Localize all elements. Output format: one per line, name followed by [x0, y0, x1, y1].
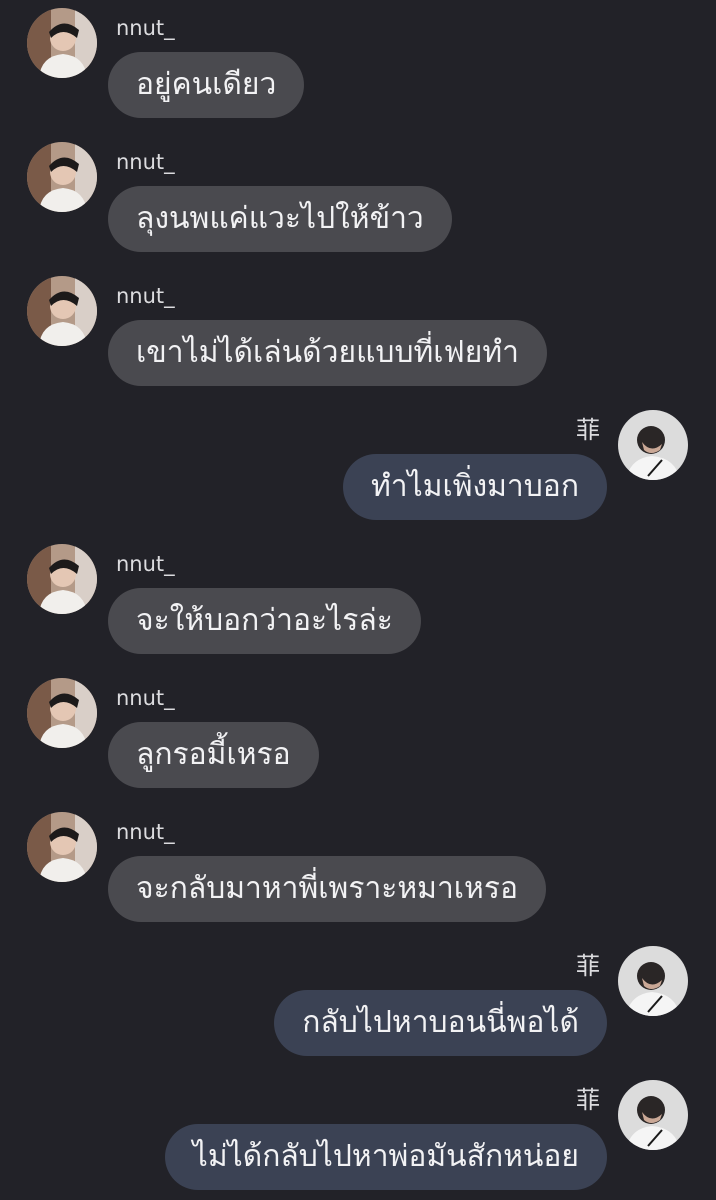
sender-name: nnut_	[116, 552, 175, 576]
chat-thread[interactable]: nnut_ อยู่คนเดียว nnut_ ลุงนพแค่แวะไปให้…	[0, 0, 716, 1200]
message-row: nnut_ จะกลับมาหาพี่เพราะหมาเหรอ	[0, 804, 716, 924]
sender-name: 菲	[576, 952, 600, 980]
sender-name: 菲	[576, 1086, 600, 1114]
message-row: nnut_ ลุงนพแค่แวะไปให้ข้าว	[0, 134, 716, 254]
sender-name: 菲	[576, 416, 600, 444]
message-row: 菲 กลับไปหาบอนนี่พอได้	[0, 938, 716, 1058]
avatar-image	[27, 544, 97, 614]
sender-name: nnut_	[116, 150, 175, 174]
message-row: nnut_ จะให้บอกว่าอะไรล่ะ	[0, 536, 716, 656]
avatar[interactable]	[27, 8, 97, 78]
avatar[interactable]	[27, 812, 97, 882]
avatar-image	[27, 276, 97, 346]
avatar-image	[27, 8, 97, 78]
sender-name: nnut_	[116, 686, 175, 710]
avatar-image	[618, 410, 688, 480]
message-bubble-incoming[interactable]: ลุงนพแค่แวะไปให้ข้าว	[108, 186, 452, 252]
message-row: nnut_ อยู่คนเดียว	[0, 0, 716, 120]
avatar[interactable]	[27, 678, 97, 748]
message-bubble-outgoing[interactable]: ทำไมเพิ่งมาบอก	[342, 454, 607, 520]
message-row: 菲 ทำไมเพิ่งมาบอก	[0, 402, 716, 522]
message-bubble-incoming[interactable]: เขาไม่ได้เล่นด้วยแบบที่เฟยทำ	[108, 320, 547, 386]
sender-name: nnut_	[116, 284, 175, 308]
avatar-image	[27, 678, 97, 748]
message-bubble-incoming[interactable]: อยู่คนเดียว	[108, 52, 305, 118]
message-bubble-incoming[interactable]: จะกลับมาหาพี่เพราะหมาเหรอ	[108, 856, 546, 922]
avatar-image	[27, 812, 97, 882]
message-bubble-outgoing[interactable]: ไม่ได้กลับไปหาพ่อมันสักหน่อย	[164, 1124, 607, 1190]
sender-name: nnut_	[116, 820, 175, 844]
avatar-image	[618, 946, 688, 1016]
avatar-image	[27, 142, 97, 212]
avatar[interactable]	[27, 276, 97, 346]
sender-name: nnut_	[116, 16, 175, 40]
avatar[interactable]	[27, 142, 97, 212]
message-bubble-incoming[interactable]: ลูกรอมี้เหรอ	[108, 722, 319, 788]
message-bubble-incoming[interactable]: จะให้บอกว่าอะไรล่ะ	[108, 588, 421, 654]
message-bubble-outgoing[interactable]: กลับไปหาบอนนี่พอได้	[274, 990, 607, 1056]
message-row: nnut_ ลูกรอมี้เหรอ	[0, 670, 716, 790]
avatar-image	[618, 1080, 688, 1150]
avatar[interactable]	[618, 1080, 688, 1150]
avatar[interactable]	[618, 946, 688, 1016]
avatar[interactable]	[618, 410, 688, 480]
message-row: nnut_ เขาไม่ได้เล่นด้วยแบบที่เฟยทำ	[0, 268, 716, 388]
message-row: 菲 ไม่ได้กลับไปหาพ่อมันสักหน่อย	[0, 1072, 716, 1192]
avatar[interactable]	[27, 544, 97, 614]
